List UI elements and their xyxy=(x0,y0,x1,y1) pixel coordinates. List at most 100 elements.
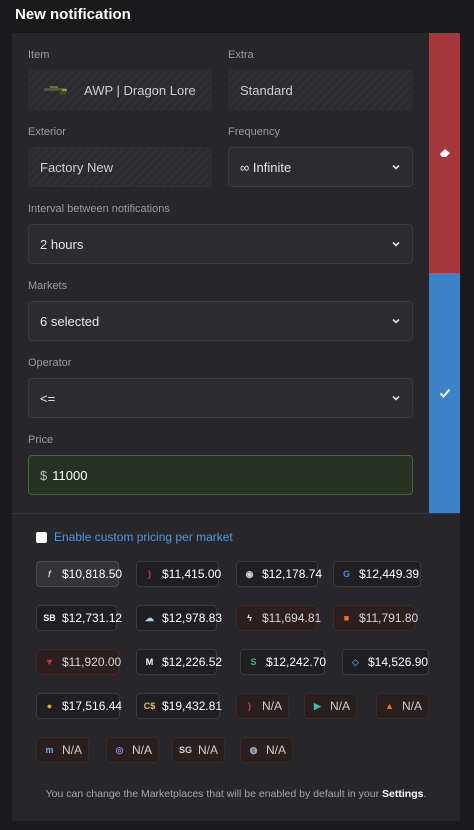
market-price: N/A xyxy=(262,699,283,713)
market-chip[interactable]: ● $17,516.44 xyxy=(36,693,123,719)
market-price: N/A xyxy=(330,699,351,713)
market-price: N/A xyxy=(266,743,287,757)
section-divider xyxy=(12,513,460,514)
price-currency: $ xyxy=(40,467,48,483)
chevron-down-icon xyxy=(392,395,400,401)
market-chip[interactable]: ■ $11,791.80 xyxy=(333,605,418,631)
frequency-select[interactable]: ∞ Infinite xyxy=(228,147,413,187)
diamond-code-icon: ◇ xyxy=(352,656,359,667)
custom-pricing-checkbox[interactable] xyxy=(36,532,47,543)
markets-select[interactable]: 6 selected xyxy=(28,301,413,341)
custom-pricing-label[interactable]: Enable custom pricing per market xyxy=(54,530,233,544)
frequency-value: ∞ Infinite xyxy=(240,159,292,175)
green-s-icon: S xyxy=(250,657,257,667)
chevron-down-icon xyxy=(392,164,400,170)
dialog-title: New notification xyxy=(15,6,131,23)
market-chip[interactable]: SB $12,731.12 xyxy=(36,605,122,631)
market-chip[interactable]: SG N/A xyxy=(172,737,225,763)
exterior-field: Factory New xyxy=(28,147,212,187)
market-price: $11,920.00 xyxy=(62,655,122,669)
market-chip[interactable]: ϟ $11,694.81 xyxy=(236,605,321,631)
footer-end: . xyxy=(423,788,427,800)
market-price: $17,516.44 xyxy=(62,699,123,713)
m-swoosh-icon: M xyxy=(145,657,154,667)
chevron-down-icon xyxy=(392,318,400,324)
exterior-value: Factory New xyxy=(40,159,113,175)
market-chip[interactable]: S $12,242.70 xyxy=(240,649,327,675)
market-price: $11,415.00 xyxy=(162,567,222,581)
market-chip[interactable]: ☁ $12,978.83 xyxy=(136,605,222,631)
market-chip[interactable]: ) $11,415.00 xyxy=(136,561,222,587)
extra-field: Standard xyxy=(228,70,413,110)
market-chip[interactable]: ◉ $12,178.74 xyxy=(236,561,322,587)
m-blue-icon: m xyxy=(45,745,54,755)
market-chip[interactable]: G $12,449.39 xyxy=(333,561,421,587)
price-value: 11000 xyxy=(52,467,88,483)
sg-icon: SG xyxy=(179,745,193,755)
extra-label: Extra xyxy=(228,49,254,61)
market-chip[interactable]: ◇ $14,526.90 xyxy=(342,649,429,675)
g-circle-icon: G xyxy=(342,569,350,579)
eraser-icon xyxy=(439,149,450,157)
market-chip[interactable]: ▶ N/A xyxy=(304,693,357,719)
sb-icon: SB xyxy=(43,613,56,623)
market-price: $12,731.12 xyxy=(62,611,123,625)
price-label: Price xyxy=(28,434,54,446)
extra-value: Standard xyxy=(240,82,293,98)
delete-button[interactable] xyxy=(429,33,460,273)
market-price: $12,178.74 xyxy=(262,567,323,581)
orange-box-icon: ■ xyxy=(343,613,350,623)
fox-icon: ▲ xyxy=(385,701,394,711)
market-chip[interactable]: ◍ N/A xyxy=(240,737,293,763)
market-price: $12,242.70 xyxy=(266,655,327,669)
awp-rifle-icon xyxy=(42,83,70,97)
market-price: $14,526.90 xyxy=(368,655,429,669)
notification-panel: Item Extra AWP | Dragon Lore Standard Ex… xyxy=(12,33,460,821)
market-chip[interactable]: C$ $19,432.81 xyxy=(136,693,223,719)
paren-icon: ) xyxy=(248,701,251,711)
market-chip[interactable]: ▼ $11,920.00 xyxy=(36,649,122,675)
market-price: N/A xyxy=(62,743,83,757)
market-chip[interactable]: 𝑓 $10,818.50 xyxy=(36,561,123,587)
item-field: AWP | Dragon Lore xyxy=(28,70,212,110)
market-chip[interactable]: m N/A xyxy=(36,737,89,763)
settings-link[interactable]: Settings xyxy=(382,788,423,800)
market-price: $12,226.52 xyxy=(162,655,223,669)
market-price: $19,432.81 xyxy=(162,699,223,713)
interval-select[interactable]: 2 hours xyxy=(28,224,413,264)
market-price: N/A xyxy=(402,699,423,713)
market-chip[interactable]: ) N/A xyxy=(236,693,289,719)
globe-icon: ◎ xyxy=(115,744,124,755)
market-price: $10,818.50 xyxy=(62,567,123,581)
price-input[interactable]: $ 11000 xyxy=(28,455,413,495)
footer-note: You can change the Marketplaces that wil… xyxy=(12,788,460,800)
interval-value: 2 hours xyxy=(40,236,84,252)
bolt-icon: ϟ xyxy=(247,613,252,623)
item-value: AWP | Dragon Lore xyxy=(84,82,196,98)
checkmark-icon xyxy=(439,388,450,398)
gold-coin-icon: ● xyxy=(46,701,53,711)
footer-text: You can change the Marketplaces that wil… xyxy=(45,788,380,800)
market-chip[interactable]: M $12,226.52 xyxy=(136,649,222,675)
market-chip[interactable]: ◎ N/A xyxy=(106,737,159,763)
operator-label: Operator xyxy=(28,357,72,369)
market-chip[interactable]: ▲ N/A xyxy=(376,693,429,719)
interval-label: Interval between notifications xyxy=(28,203,170,215)
script-f-icon: 𝑓 xyxy=(48,568,51,579)
swirl-icon: ◍ xyxy=(249,744,258,755)
markets-value: 6 selected xyxy=(40,313,100,329)
cloud-icon: ☁ xyxy=(145,612,154,623)
operator-select[interactable]: <= xyxy=(28,378,413,418)
cs-dollar-icon: C$ xyxy=(143,701,156,711)
operator-value: <= xyxy=(40,390,56,406)
market-price: $11,694.81 xyxy=(262,611,322,625)
market-price: $12,978.83 xyxy=(162,611,223,625)
market-price: N/A xyxy=(132,743,153,757)
market-price: $12,449.39 xyxy=(359,567,420,581)
red-v-icon: ▼ xyxy=(45,657,54,667)
markets-label: Markets xyxy=(28,280,68,292)
market-price: N/A xyxy=(198,743,219,757)
confirm-button[interactable] xyxy=(429,273,460,513)
frequency-label: Frequency xyxy=(228,126,280,138)
item-label: Item xyxy=(28,49,50,61)
